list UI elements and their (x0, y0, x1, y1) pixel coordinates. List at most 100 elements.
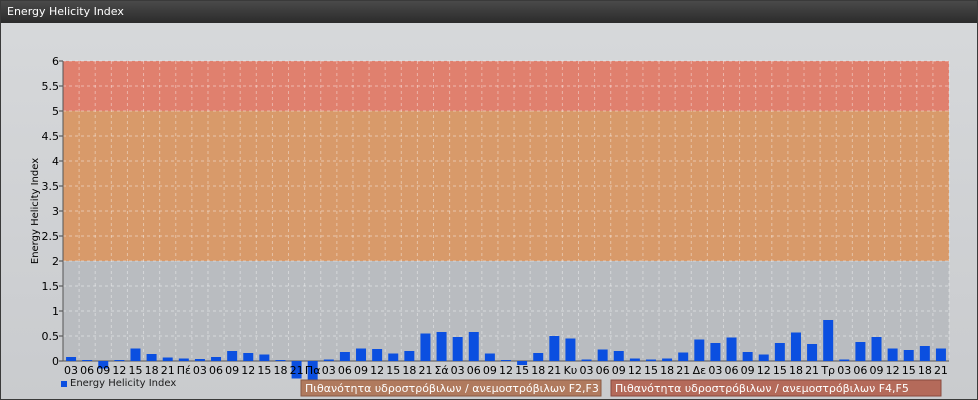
x-tick-label: 06 (725, 364, 739, 377)
x-tick-label: 12 (886, 364, 900, 377)
x-tick-label: 21 (547, 364, 561, 377)
x-tick-label: Πα (305, 364, 321, 377)
data-bar (339, 352, 350, 361)
y-tick-label: 6 (52, 55, 59, 68)
data-bar (871, 337, 882, 361)
data-bar (146, 354, 157, 361)
x-tick-label: 09 (225, 364, 239, 377)
x-tick-label: 06 (853, 364, 867, 377)
data-bar (452, 337, 463, 361)
data-bar (855, 342, 866, 361)
data-bar (194, 359, 205, 361)
data-bar (903, 350, 914, 361)
data-bar (275, 360, 286, 361)
x-tick-label: 18 (145, 364, 159, 377)
x-tick-label: 09 (612, 364, 626, 377)
data-bar (178, 358, 189, 361)
data-bar (742, 352, 753, 361)
data-bar (420, 333, 431, 361)
x-tick-label: Δε (693, 364, 707, 377)
data-bar (919, 346, 930, 361)
data-bar (935, 348, 946, 361)
data-bar (758, 354, 769, 361)
data-bar (565, 338, 576, 361)
x-tick-label: 18 (273, 364, 287, 377)
y-tick-label: 2.5 (42, 230, 60, 243)
x-tick-label: 21 (290, 364, 304, 377)
x-tick-label: Σά (434, 364, 448, 377)
y-tick-label: 3 (52, 205, 59, 218)
window-title: Energy Helicity Index (7, 5, 124, 18)
legend-swatch (61, 381, 67, 387)
x-tick-label: 09 (96, 364, 110, 377)
data-bar (162, 357, 173, 361)
x-tick-label: 15 (773, 364, 787, 377)
ehi-chart: 0 0.5 1 1.5 2 2.5 3 3.5 4 4.5 5 5.5 6 Energy Helicity… (30, 55, 950, 397)
y-tick-label: 0 (52, 355, 59, 368)
x-tick-label: 21 (418, 364, 432, 377)
data-bar (468, 332, 479, 361)
x-tick-label: 06 (596, 364, 610, 377)
x-tick-label: 06 (80, 364, 94, 377)
x-tick-label: 03 (837, 364, 851, 377)
x-tick-label: 12 (241, 364, 255, 377)
x-tick-label: Κυ (564, 364, 578, 377)
x-tick-label: 03 (322, 364, 336, 377)
y-tick-label: 0.5 (42, 330, 60, 343)
data-bar (388, 353, 399, 361)
y-tick-label: 5 (52, 105, 59, 118)
y-tick-label: 2 (52, 255, 59, 268)
y-axis-title: Energy Helicity Index (30, 158, 41, 264)
x-tick-label: 21 (676, 364, 690, 377)
y-tick-label: 3.5 (42, 180, 60, 193)
x-tick-label: 06 (209, 364, 223, 377)
data-bar (790, 332, 801, 361)
data-bar (436, 332, 447, 361)
x-tick-label: 12 (757, 364, 771, 377)
data-bar (259, 354, 270, 361)
x-tick-label: 18 (402, 364, 416, 377)
data-bar (372, 349, 383, 361)
data-bar (726, 337, 737, 361)
x-tick-label: 21 (805, 364, 819, 377)
title-bar: Energy Helicity Index (1, 1, 977, 23)
y-tick-label: 1 (52, 305, 59, 318)
data-bar (533, 353, 544, 361)
data-bar (678, 352, 689, 361)
data-bar (581, 359, 592, 361)
data-bar (839, 359, 850, 361)
data-bar (501, 360, 511, 361)
data-bar (404, 351, 415, 361)
x-tick-label: 06 (467, 364, 481, 377)
x-tick-label: 18 (531, 364, 545, 377)
x-tick-label: 12 (499, 364, 513, 377)
x-tick-label: 03 (193, 364, 207, 377)
data-bar (823, 320, 834, 361)
x-tick-label: 18 (918, 364, 932, 377)
x-tick-label: 15 (257, 364, 271, 377)
x-tick-label: 15 (386, 364, 400, 377)
data-bar (356, 348, 367, 361)
x-tick-label: 15 (515, 364, 529, 377)
data-bar (613, 351, 624, 361)
f4-f5-probability-label: Πιθανότητα υδροστρόβιλων / ανεμοστρόβιλω… (615, 382, 909, 395)
data-bar (710, 343, 721, 361)
data-bar (774, 343, 785, 361)
f2-f3-probability-label: Πιθανότητα υδροστρόβιλων / ανεμοστρόβιλω… (305, 382, 599, 395)
data-bar (243, 353, 254, 361)
data-bar (887, 348, 898, 361)
data-bar (227, 351, 238, 361)
x-tick-label: Τρ (820, 364, 835, 377)
x-tick-label: 12 (112, 364, 126, 377)
data-bar (82, 360, 93, 361)
data-bar (66, 357, 77, 361)
x-tick-label: 09 (354, 364, 368, 377)
data-bar (629, 358, 640, 361)
x-tick-label: 03 (451, 364, 465, 377)
data-bar (597, 349, 608, 361)
x-tick-label: 09 (870, 364, 884, 377)
x-tick-label: 03 (64, 364, 78, 377)
x-tick-label: 18 (660, 364, 674, 377)
x-tick-label: 15 (128, 364, 142, 377)
x-tick-label: 09 (741, 364, 755, 377)
